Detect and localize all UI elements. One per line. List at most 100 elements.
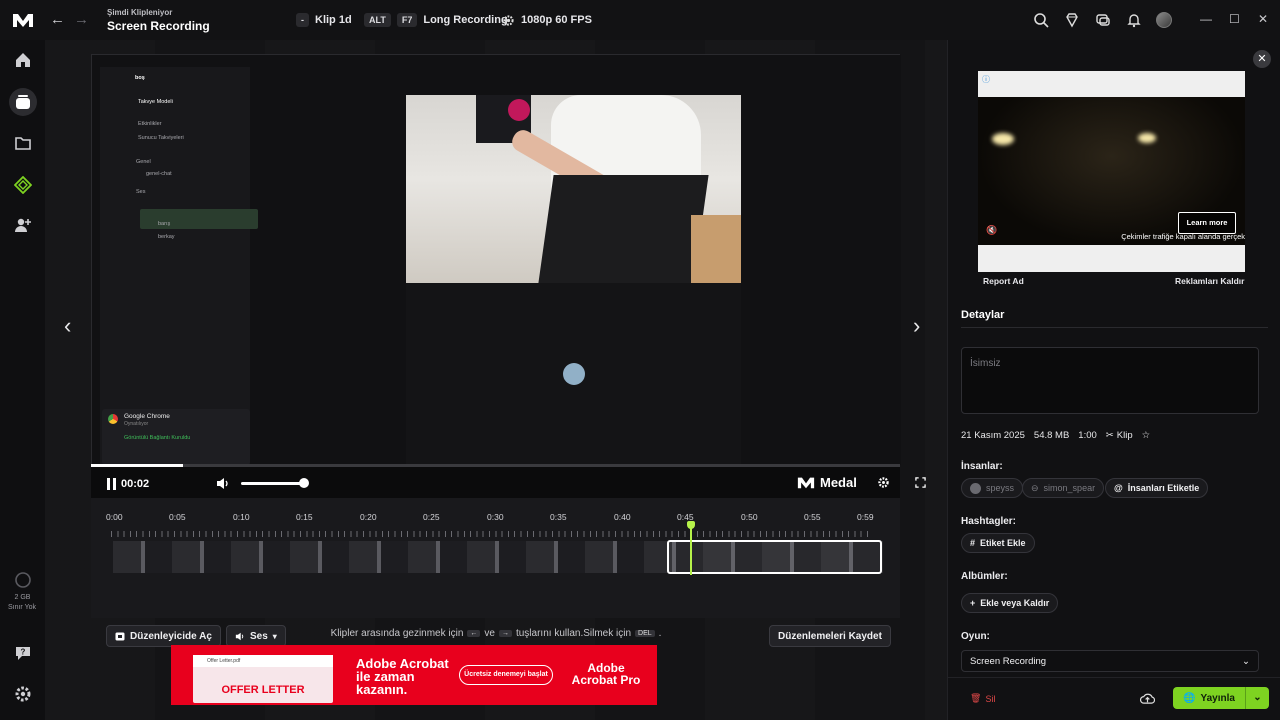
quality-setting[interactable]: 1080p 60 FPS: [502, 12, 592, 28]
tag-people-button[interactable]: @ İnsanları Etiketle: [1105, 478, 1209, 498]
close-panel-icon[interactable]: ✕: [1253, 50, 1271, 68]
discord-item: Genel: [136, 159, 151, 165]
hint-text: .: [658, 628, 662, 639]
pause-icon[interactable]: [107, 478, 117, 490]
long-recording-hotkey[interactable]: ALT F7 Long Recording: [364, 12, 508, 28]
stream-area: [406, 283, 741, 465]
discord-item: Takvye Modeli: [138, 99, 173, 105]
progress-bar[interactable]: [91, 464, 900, 467]
search-icon[interactable]: [1033, 12, 1049, 28]
discord-sidebar: boş Takvye Modeli Etkinlikler Sunucu Tak…: [100, 67, 258, 467]
long-recording-label: Long Recording: [423, 14, 508, 26]
help-icon[interactable]: ?: [14, 644, 32, 662]
game-heading: Oyun:: [961, 631, 990, 642]
player-settings-icon[interactable]: [877, 476, 890, 489]
person-tag[interactable]: speyss: [961, 478, 1024, 498]
details-panel: ✕ ⓘ 🔇 Learn more Çekimler trafiğe kapalı…: [947, 40, 1280, 720]
trash-icon: 🗑: [970, 693, 982, 703]
settings-icon[interactable]: [14, 685, 32, 703]
publish-button[interactable]: 🌐 Yayınla ⌄: [1173, 687, 1269, 709]
clips-icon[interactable]: [14, 93, 32, 111]
right-arrow-key-icon: →: [498, 630, 512, 637]
tick-label: 0:55: [804, 512, 821, 522]
learn-more-button[interactable]: Learn more: [1178, 212, 1236, 234]
tick-label: 0:25: [423, 512, 440, 522]
close-window-icon[interactable]: ✕: [1258, 12, 1268, 26]
tick-label: 0:35: [550, 512, 567, 522]
discord-server-name: boş: [135, 75, 145, 81]
tick-label: 0:59: [857, 512, 874, 522]
tag-people-label: İnsanları Etiketle: [1127, 483, 1200, 493]
trim-selection[interactable]: [667, 540, 882, 574]
clip-length-setting[interactable]: - Klip 1d: [296, 12, 352, 28]
chrome-subtitle: Oynatılıyor: [124, 421, 149, 427]
person-name: simon_spear: [1043, 483, 1096, 493]
minimize-icon[interactable]: —: [1200, 12, 1212, 26]
plus-icon: +: [970, 598, 976, 608]
chat-icon[interactable]: [1095, 12, 1111, 28]
chrome-icon: [108, 414, 118, 424]
folder-icon[interactable]: [14, 134, 32, 152]
album-button[interactable]: + Ekle veya Kaldır: [961, 593, 1059, 613]
video-player[interactable]: boş Takvye Modeli Etkinlikler Sunucu Tak…: [91, 54, 901, 467]
game-diamond-icon[interactable]: [14, 176, 32, 194]
fullscreen-icon[interactable]: [915, 477, 926, 488]
star-icon[interactable]: ☆: [1142, 430, 1151, 441]
clip-name-input[interactable]: İsimsiz: [961, 347, 1259, 414]
home-icon[interactable]: [14, 51, 32, 69]
person-avatar: [970, 482, 981, 494]
publish-options-chevron-icon[interactable]: ⌄: [1245, 687, 1269, 709]
ad-light: [1138, 133, 1156, 143]
discord-item: genel-chat: [146, 171, 172, 177]
maximize-icon[interactable]: ☐: [1229, 12, 1240, 26]
next-clip-icon[interactable]: ›: [913, 313, 920, 339]
add-tag-button[interactable]: # Etiket Ekle: [961, 533, 1035, 553]
person-name: speyss: [986, 483, 1015, 493]
playhead[interactable]: [690, 525, 692, 575]
diamond-icon[interactable]: [1064, 12, 1080, 28]
remove-ads-link[interactable]: Reklamları Kaldır: [1175, 276, 1244, 286]
tick-label: 0:20: [360, 512, 377, 522]
progress-fill: [91, 464, 183, 467]
delete-button[interactable]: 🗑 Sil: [970, 693, 995, 704]
medal-logo-icon: [797, 477, 815, 489]
volume-knob[interactable]: [299, 478, 309, 488]
add-friend-icon[interactable]: [14, 216, 32, 234]
ad-info-icon[interactable]: ⓘ: [982, 74, 990, 85]
ad-cta-button[interactable]: Ücretsiz denemeyi başlat: [459, 665, 553, 685]
game-select[interactable]: Screen Recording ⌄: [961, 650, 1259, 672]
person-tag[interactable]: ⊖ simon_spear: [1022, 478, 1105, 498]
medal-logo-icon[interactable]: [12, 12, 34, 28]
monitor-stand: [538, 175, 709, 283]
recording-title: Screen Recording: [107, 19, 210, 33]
player-controls: 00:02 Medal: [91, 464, 926, 498]
publish-main[interactable]: 🌐 Yayınla: [1173, 693, 1245, 704]
discord-item: Ses: [136, 189, 146, 195]
volume-slider[interactable]: [241, 482, 303, 485]
clip-length-label: Klip 1d: [315, 14, 352, 26]
report-ad-link[interactable]: Report Ad: [983, 276, 1024, 286]
back-arrow-icon[interactable]: ←: [50, 11, 65, 29]
bell-icon[interactable]: [1126, 12, 1142, 28]
user-avatar[interactable]: [1156, 12, 1172, 28]
ad-video[interactable]: 🔇 Learn more Çekimler trafiğe kapalı ala…: [978, 97, 1245, 245]
clip-type-label: Klip: [1116, 430, 1133, 441]
cloud-upload-icon[interactable]: [1140, 692, 1155, 705]
timeline-ruler: [111, 531, 871, 537]
ad-document-image: Offer Letter.pdf OFFER LETTER: [193, 655, 333, 703]
tick-label: 0:40: [614, 512, 631, 522]
clip-viewer: ‹ › boş Takvye Modeli Etkinlikler Sunucu…: [45, 40, 947, 720]
previous-clip-icon[interactable]: ‹: [64, 313, 71, 339]
volume-icon[interactable]: [216, 477, 230, 490]
mute-icon[interactable]: 🔇: [986, 225, 997, 236]
clip-date: 21 Kasım 2025: [961, 430, 1025, 441]
floor-wood: [691, 215, 741, 283]
tab-divider: [961, 327, 1268, 328]
forward-arrow-icon[interactable]: →: [74, 11, 89, 29]
ad-headline: Adobe Acrobat ile zaman kazanın.: [356, 656, 449, 697]
video-ad[interactable]: ⓘ 🔇 Learn more Çekimler trafiğe kapalı a…: [978, 71, 1245, 272]
ad-banner[interactable]: Offer Letter.pdf OFFER LETTER Adobe Acro…: [171, 645, 657, 705]
hash-icon: #: [970, 538, 976, 548]
scissors-icon: ✂: [1105, 430, 1114, 441]
tab-details[interactable]: Detaylar: [961, 309, 1004, 321]
